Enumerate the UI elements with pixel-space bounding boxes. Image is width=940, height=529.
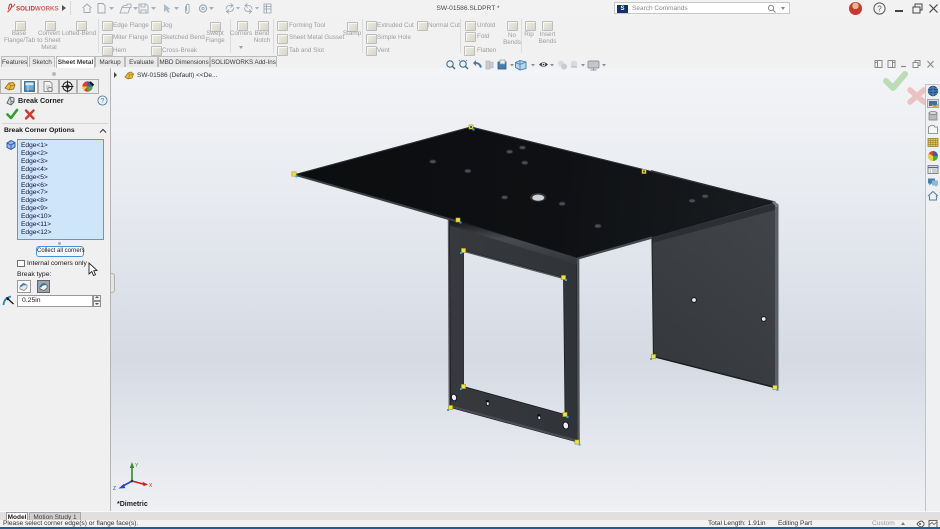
svg-text:Z: Z — [113, 486, 116, 492]
svg-text:X: X — [149, 483, 153, 489]
svg-text:Y: Y — [135, 463, 139, 469]
svg-text:?: ? — [100, 98, 104, 105]
svg-text:?: ? — [877, 5, 882, 14]
svg-text:SOLIDWORKS: SOLIDWORKS — [16, 5, 59, 12]
